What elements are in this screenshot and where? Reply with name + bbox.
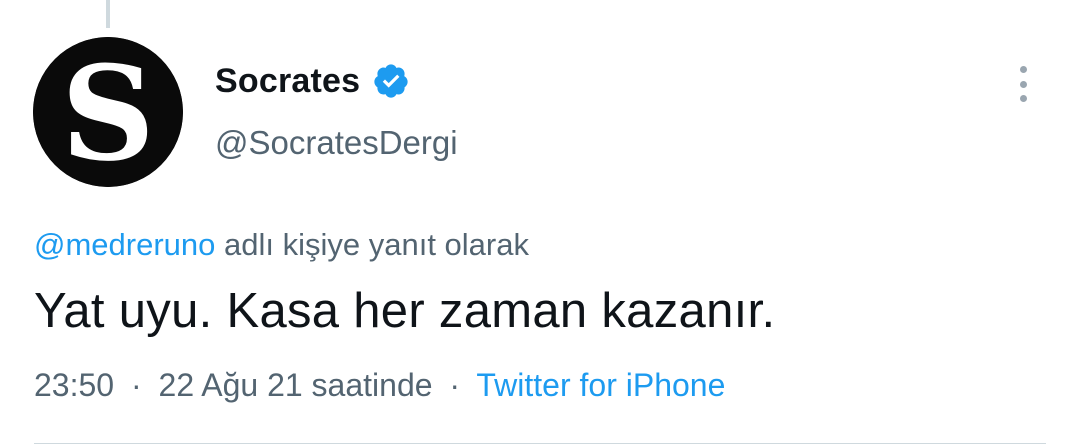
tweet-meta: 23:50 · 22 Ağu 21 saatinde · Twitter for… <box>34 366 725 404</box>
tweet-source-link[interactable]: Twitter for iPhone <box>476 367 725 403</box>
more-vertical-icon[interactable] <box>1010 64 1036 104</box>
meta-separator: · <box>449 367 461 403</box>
more-dot <box>1019 66 1027 73</box>
reply-mention-link[interactable]: @medreruno <box>34 227 215 262</box>
socrates-logo-icon: S <box>33 37 183 187</box>
tweet-time[interactable]: 23:50 <box>34 367 114 403</box>
verified-badge-icon <box>374 64 408 98</box>
divider <box>34 443 1046 444</box>
more-dot <box>1019 95 1027 102</box>
tweet-date[interactable]: 22 Ağu 21 saatinde <box>159 367 433 403</box>
reply-context: @medreruno adlı kişiye yanıt olarak <box>34 226 529 263</box>
author-handle[interactable]: @SocratesDergi <box>215 126 458 159</box>
avatar-letter: S <box>61 37 155 187</box>
thread-connector-line <box>106 0 110 28</box>
reply-context-text: adlı kişiye yanıt olarak <box>224 227 529 262</box>
avatar[interactable]: S <box>33 37 183 187</box>
display-name[interactable]: Socrates <box>215 64 360 98</box>
more-dot <box>1019 80 1027 88</box>
meta-separator: · <box>130 367 142 403</box>
author-name-row[interactable]: Socrates <box>215 58 410 104</box>
tweet-text: Yat uyu. Kasa her zaman kazanır. <box>34 284 776 338</box>
